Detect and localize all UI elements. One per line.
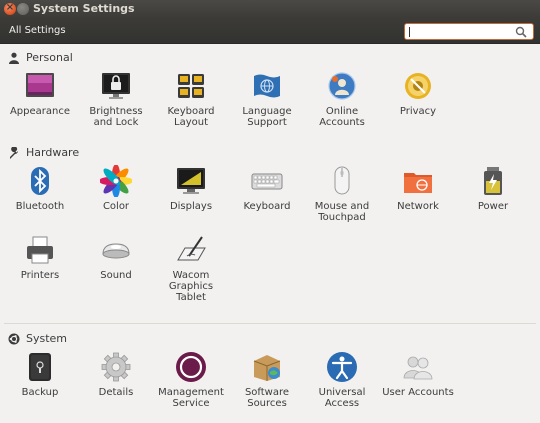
settings-item-label: Online Accounts: [319, 106, 365, 128]
settings-item-label: Displays: [169, 201, 213, 212]
backup-icon: [29, 353, 51, 381]
all-settings-button[interactable]: All Settings: [9, 25, 66, 36]
settings-item-label: Bluetooth: [15, 201, 65, 212]
settings-item-language-support[interactable]: Language Support: [227, 70, 307, 128]
settings-item-software-sources[interactable]: Software Sources: [227, 351, 307, 409]
settings-item-label: Appearance: [9, 106, 71, 117]
language-support-icon: [254, 74, 280, 98]
settings-item-keyboard[interactable]: Keyboard: [227, 165, 307, 212]
settings-item-label: Sound: [100, 270, 132, 281]
power-icon: [484, 167, 502, 195]
ubuntu-logo-icon: [8, 333, 20, 344]
settings-item-label: Management Service: [158, 387, 224, 409]
settings-item-label: Backup: [21, 387, 59, 398]
settings-item-label: Language Support: [242, 106, 292, 128]
settings-item-sound[interactable]: Sound: [76, 234, 156, 281]
brightness-lock-icon: [102, 73, 130, 99]
keyboard-layout-icon: [178, 74, 204, 98]
software-sources-icon: [253, 355, 281, 381]
toolbar: All Settings: [0, 18, 540, 44]
settings-item-bluetooth[interactable]: Bluetooth: [0, 165, 80, 212]
settings-item-appearance[interactable]: Appearance: [0, 70, 80, 117]
section-title-hardware: Hardware: [26, 146, 80, 159]
sound-icon: [102, 243, 130, 259]
management-service-icon: [176, 352, 206, 382]
settings-item-label: Mouse and Touchpad: [314, 201, 370, 223]
details-icon: [101, 352, 131, 382]
settings-item-label: Power: [477, 201, 509, 212]
title-bar: × System Settings: [0, 0, 540, 18]
settings-item-label: Software Sources: [244, 387, 290, 409]
section-header-personal: Personal: [8, 51, 73, 64]
bluetooth-icon: [31, 167, 49, 195]
settings-item-wacom-tablet[interactable]: Wacom Graphics Tablet: [151, 234, 231, 303]
section-header-system: System: [8, 332, 67, 345]
settings-item-label: Wacom Graphics Tablet: [168, 270, 214, 303]
settings-item-displays[interactable]: Displays: [151, 165, 231, 212]
settings-item-label: User Accounts: [382, 387, 454, 398]
displays-icon: [177, 168, 205, 194]
keyboard-icon: [251, 173, 283, 190]
universal-access-icon: [327, 352, 357, 382]
section-divider: [4, 323, 536, 324]
search-icon: [515, 26, 527, 38]
settings-item-color[interactable]: Color: [76, 165, 156, 212]
mouse-icon: [334, 166, 350, 195]
online-accounts-icon: [328, 72, 356, 100]
settings-item-label: Keyboard: [243, 201, 291, 212]
appearance-icon: [26, 73, 54, 97]
minimize-window-button[interactable]: [17, 3, 29, 15]
settings-item-brightness-lock[interactable]: Brightness and Lock: [76, 70, 156, 128]
close-icon: ×: [5, 2, 15, 13]
settings-item-label: Details: [98, 387, 134, 398]
printer-icon: [27, 236, 53, 264]
settings-item-label: Color: [102, 201, 130, 212]
network-icon: [404, 173, 432, 193]
settings-item-keyboard-layout[interactable]: Keyboard Layout: [151, 70, 231, 128]
window-title: System Settings: [33, 2, 135, 15]
search-input[interactable]: [404, 23, 534, 40]
settings-item-label: Universal Access: [318, 387, 366, 409]
section-header-hardware: Hardware: [8, 146, 79, 159]
settings-item-label: Printers: [20, 270, 60, 281]
user-accounts-icon: [403, 356, 433, 380]
settings-item-mouse-touchpad[interactable]: Mouse and Touchpad: [302, 165, 382, 223]
settings-item-label: Brightness and Lock: [89, 106, 143, 128]
privacy-icon: [405, 73, 431, 99]
settings-item-universal-access[interactable]: Universal Access: [302, 351, 382, 409]
person-icon: [9, 52, 19, 64]
settings-item-label: Privacy: [399, 106, 437, 117]
settings-item-label: Keyboard Layout: [167, 106, 215, 128]
settings-item-management-service[interactable]: Management Service: [151, 351, 231, 409]
settings-item-power[interactable]: Power: [453, 165, 533, 212]
settings-item-privacy[interactable]: Privacy: [378, 70, 458, 117]
settings-item-details[interactable]: Details: [76, 351, 156, 398]
settings-item-backup[interactable]: Backup: [0, 351, 80, 398]
color-icon: [100, 165, 132, 197]
settings-item-network[interactable]: Network: [378, 165, 458, 212]
section-title-personal: Personal: [26, 51, 73, 64]
close-window-button[interactable]: ×: [4, 2, 16, 15]
text-caret: [409, 27, 410, 37]
settings-item-user-accounts[interactable]: User Accounts: [378, 351, 458, 398]
wrench-icon: [10, 146, 18, 159]
section-title-system: System: [26, 332, 68, 345]
settings-item-printers[interactable]: Printers: [0, 234, 80, 281]
settings-item-label: Network: [397, 201, 439, 212]
settings-item-online-accounts[interactable]: Online Accounts: [302, 70, 382, 128]
wacom-tablet-icon: [177, 236, 206, 261]
